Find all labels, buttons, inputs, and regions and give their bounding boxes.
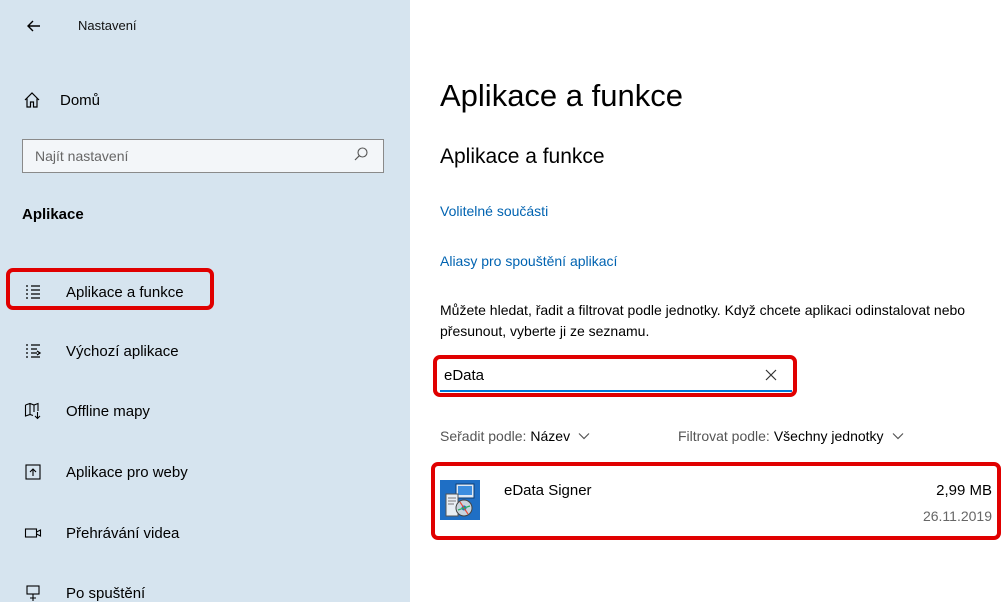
home-label: Domů <box>60 91 101 109</box>
filter-value: Všechny jednotky <box>773 428 884 444</box>
default-apps-icon <box>22 340 44 362</box>
sort-dropdown[interactable]: Seřadit podle: Název <box>440 428 590 444</box>
settings-search-input[interactable] <box>23 147 353 165</box>
sidebar-item-startup[interactable]: Po spuštění <box>22 578 145 608</box>
clear-search-button[interactable] <box>762 366 780 384</box>
sidebar-item-label: Výchozí aplikace <box>66 342 179 360</box>
apps-list-icon <box>22 281 44 303</box>
sidebar-section-heading: Aplikace <box>22 206 84 223</box>
sidebar-item-video-playback[interactable]: Přehrávání videa <box>22 518 179 548</box>
web-apps-icon <box>22 461 44 483</box>
app-search-input[interactable] <box>440 365 762 385</box>
edata-signer-app-icon <box>440 480 480 520</box>
chevron-down-icon <box>578 433 590 440</box>
optional-features-link[interactable]: Volitelné součásti <box>440 203 548 219</box>
sidebar-item-default-apps[interactable]: Výchozí aplikace <box>22 336 179 366</box>
sidebar-item-label: Přehrávání videa <box>66 524 180 542</box>
sort-label: Seřadit podle: <box>440 428 527 444</box>
page-title: Aplikace a funkce <box>440 78 683 113</box>
sidebar-item-label: Aplikace pro weby <box>66 463 188 481</box>
app-execution-aliases-link[interactable]: Aliasy pro spouštění aplikací <box>440 253 617 269</box>
startup-icon <box>22 582 44 604</box>
video-playback-icon <box>22 522 44 544</box>
sidebar: Nastavení Domů Aplikace Aplikace a funkc… <box>0 0 410 602</box>
app-name: eData Signer <box>504 482 592 499</box>
sidebar-item-web-apps[interactable]: Aplikace pro weby <box>22 457 188 487</box>
back-button[interactable] <box>22 14 46 38</box>
sidebar-item-home[interactable]: Domů <box>22 86 100 114</box>
sidebar-item-offline-maps[interactable]: Offline mapy <box>22 396 150 426</box>
sort-value: Název <box>530 428 571 444</box>
window-title: Nastavení <box>78 18 137 33</box>
app-search-box[interactable] <box>440 360 792 392</box>
settings-search-box[interactable] <box>22 139 384 173</box>
sidebar-item-label: Aplikace a funkce <box>66 283 184 301</box>
app-install-date: 26.11.2019 <box>922 508 992 524</box>
chevron-down-icon <box>892 433 903 440</box>
description-text: Můžete hledat, řadit a filtrovat podle j… <box>440 302 966 339</box>
back-arrow-icon <box>27 20 40 32</box>
section-title: Aplikace a funkce <box>440 145 605 168</box>
sidebar-item-label: Po spuštění <box>66 584 146 602</box>
filter-label: Filtrovat podle: <box>678 428 770 444</box>
close-icon <box>765 369 777 381</box>
sidebar-item-label: Offline mapy <box>66 402 150 420</box>
app-list-item[interactable]: eData Signer 2,99 MB 26.11.2019 <box>440 470 1000 532</box>
filter-dropdown[interactable]: Filtrovat podle: Všechny jednotky <box>678 428 904 444</box>
home-icon <box>24 92 40 108</box>
offline-map-icon <box>22 400 44 422</box>
search-icon <box>353 146 373 167</box>
app-size: 2,99 MB <box>936 482 992 499</box>
sidebar-item-apps-features[interactable]: Aplikace a funkce <box>22 277 184 307</box>
